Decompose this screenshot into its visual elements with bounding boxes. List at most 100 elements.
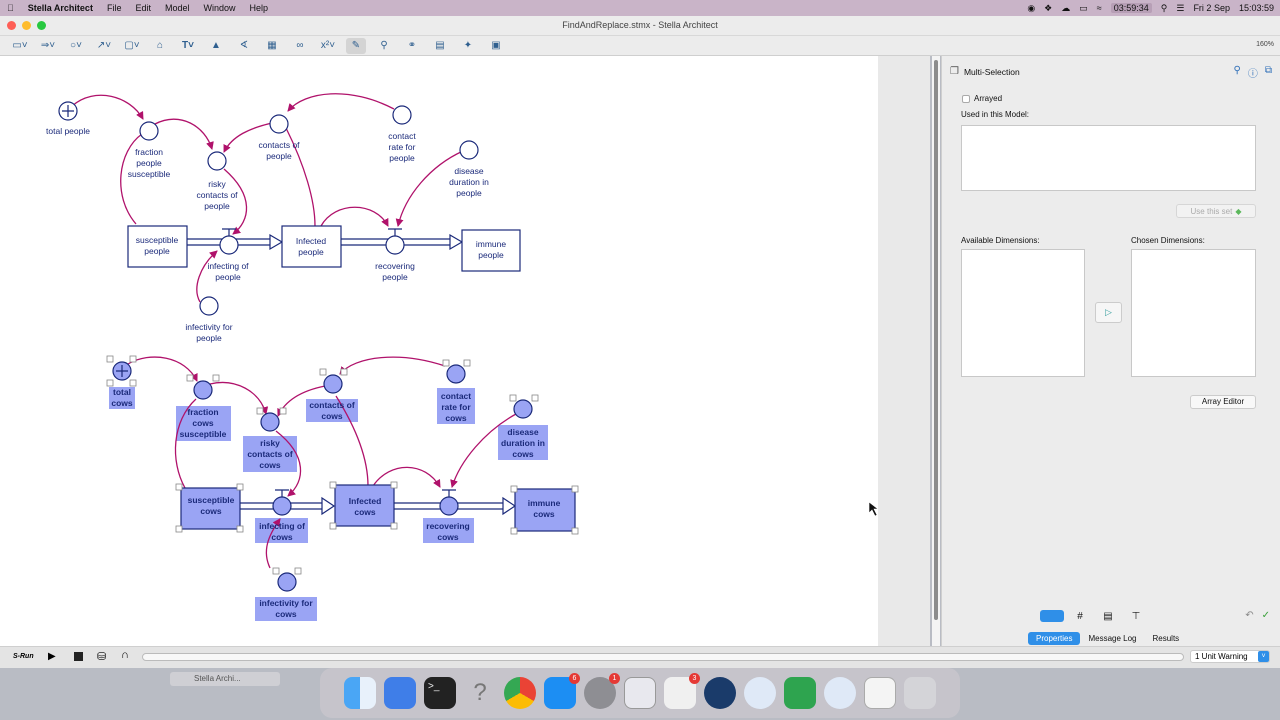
stock-tool-icon[interactable]: ▭˅ [10, 38, 30, 54]
simulation-progress[interactable] [142, 653, 1184, 661]
menu-time[interactable]: 15:03:59 [1239, 3, 1274, 13]
menu-model[interactable]: Model [165, 3, 190, 13]
tab-properties[interactable]: Properties [1028, 632, 1081, 645]
menu-file[interactable]: File [107, 3, 122, 13]
database-icon[interactable]: ⛁ [97, 650, 106, 663]
table-tool-icon[interactable]: ▦ [262, 38, 282, 54]
converter-fraction-people[interactable] [139, 121, 159, 141]
search-icon[interactable]: ⚲ [1161, 3, 1168, 14]
windows-app-icon[interactable] [784, 677, 816, 709]
chrome-icon[interactable] [504, 677, 536, 709]
wifi-icon[interactable]: ≈ [1097, 3, 1102, 13]
help-icon[interactable]: ⓘ [1248, 65, 1258, 80]
presentation-icon[interactable]: ▣ [486, 38, 506, 54]
equation-tool-icon[interactable]: x²˅ [318, 38, 338, 54]
flow-tool-icon[interactable]: ⇒˅ [38, 38, 58, 54]
system-settings-icon[interactable]: 1 [584, 673, 620, 709]
converter-contact-rate-people[interactable] [392, 105, 412, 125]
dropbox-icon[interactable]: ❖ [1044, 3, 1052, 14]
svg-text:immune: immune [476, 239, 507, 249]
stella-architect-icon[interactable] [824, 677, 856, 709]
quicktime-icon[interactable] [704, 677, 736, 709]
document-icon[interactable]: ▤ [1096, 611, 1120, 622]
magnet-icon[interactable]: ∩ [121, 649, 129, 661]
menu-window[interactable]: Window [204, 3, 236, 13]
check-icon[interactable]: ✓ [1262, 610, 1270, 621]
svg-text:people: people [196, 333, 222, 343]
link-tool-icon[interactable]: ⚭ [402, 38, 422, 54]
model-canvas[interactable]: total people fraction people susceptible r… [0, 56, 879, 646]
scrollbar-thumb[interactable] [934, 60, 938, 620]
converter-contacts-cows[interactable] [323, 374, 343, 394]
graph-tool-icon[interactable]: ∢ [234, 38, 254, 54]
battery-icon[interactable]: ▭ [1079, 3, 1088, 14]
properties-mode-icon[interactable] [1040, 610, 1064, 622]
converter-contacts-people[interactable] [269, 114, 289, 134]
run-button[interactable]: ▶ [48, 651, 56, 662]
office-icon[interactable]: 3 [664, 673, 700, 709]
edit-tool-icon[interactable]: ✎ [346, 37, 366, 54]
menu-app-name[interactable]: Stella Architect [28, 3, 93, 13]
run-mode-label[interactable]: S-Run [13, 653, 34, 660]
available-dimensions-list[interactable] [961, 249, 1085, 377]
image-tool-icon[interactable]: ▲ [206, 38, 226, 54]
array-editor-button[interactable]: Array Editor [1190, 395, 1256, 409]
converter-infectivity-cows[interactable] [277, 572, 297, 592]
control-center-icon[interactable]: ☰ [1176, 3, 1184, 14]
zoom-level[interactable]: 160% [1256, 41, 1274, 48]
module-tool-icon[interactable]: ▢˅ [122, 38, 142, 54]
converter-risky-people[interactable] [207, 151, 227, 171]
converter-fraction-cows[interactable] [193, 380, 213, 400]
interface-tool-icon[interactable]: ▤ [430, 38, 450, 54]
expand-icon[interactable]: ⧉ [1265, 65, 1272, 80]
converter-duration-people[interactable] [459, 140, 479, 160]
search-icon[interactable]: ⚲ [1234, 65, 1241, 80]
arrayed-checkbox[interactable] [962, 94, 970, 103]
stop-button[interactable] [74, 652, 83, 661]
text-tool-icon[interactable]: T˅ [178, 38, 198, 54]
converter-tool-icon[interactable]: ○˅ [66, 38, 86, 54]
terminal-icon[interactable]: >_ [424, 677, 456, 709]
unit-warning-select[interactable]: 1 Unit Warning ˅ [1190, 650, 1270, 663]
used-in-model-list[interactable] [961, 125, 1256, 191]
tab-results[interactable]: Results [1145, 632, 1188, 645]
menu-help[interactable]: Help [250, 3, 269, 13]
converter-infectivity-people[interactable] [199, 296, 219, 316]
converter-duration-cows[interactable] [513, 399, 533, 419]
zoom-tool-icon[interactable]: ⚲ [374, 38, 394, 54]
document-icon[interactable] [864, 677, 896, 709]
xcode-icon[interactable] [384, 677, 416, 709]
format-icon[interactable]: ⊤ [1124, 611, 1148, 622]
converter-total-people[interactable] [58, 101, 78, 121]
converter-total-cows[interactable] [112, 361, 132, 381]
valve-recovering-people[interactable] [385, 228, 405, 255]
window-thumbnail[interactable]: Stella Archi... [170, 672, 280, 686]
loop-tool-icon[interactable]: ∞ [290, 38, 310, 54]
apple-icon[interactable]:  [7, 3, 14, 13]
trash-icon[interactable] [904, 677, 936, 709]
magic-wand-icon[interactable]: ✦ [458, 38, 478, 54]
preview-icon[interactable] [624, 677, 656, 709]
hash-icon[interactable]: # [1068, 611, 1092, 622]
timer-readout[interactable]: 03:59:34 [1110, 3, 1152, 13]
undo-icon[interactable]: ↶ [1245, 610, 1253, 621]
use-this-set-button[interactable]: Use this set ◆ [1176, 204, 1256, 218]
tab-message-log[interactable]: Message Log [1080, 632, 1144, 645]
help-icon[interactable]: ? [464, 677, 496, 709]
menu-edit[interactable]: Edit [135, 3, 151, 13]
record-icon[interactable]: ◉ [1027, 3, 1035, 14]
cloud-icon[interactable]: ☁ [1061, 3, 1070, 14]
converter-contact-rate-cows[interactable] [446, 364, 466, 384]
app-store-icon[interactable]: 6 [544, 673, 580, 709]
connector-tool-icon[interactable]: ↗˅ [94, 38, 114, 54]
vertical-scrollbar[interactable] [932, 56, 940, 646]
stella-icon[interactable] [744, 677, 776, 709]
valve-infecting-cows[interactable] [272, 489, 292, 516]
house-icon[interactable]: ⌂ [150, 38, 170, 54]
finder-icon[interactable] [344, 677, 376, 709]
valve-recovering-cows[interactable] [439, 489, 459, 516]
menu-date[interactable]: Fri 2 Sep [1193, 3, 1230, 13]
move-dimension-button[interactable]: ▷ [1095, 302, 1122, 323]
converter-risky-cows[interactable] [260, 412, 280, 432]
chosen-dimensions-list[interactable] [1131, 249, 1256, 377]
